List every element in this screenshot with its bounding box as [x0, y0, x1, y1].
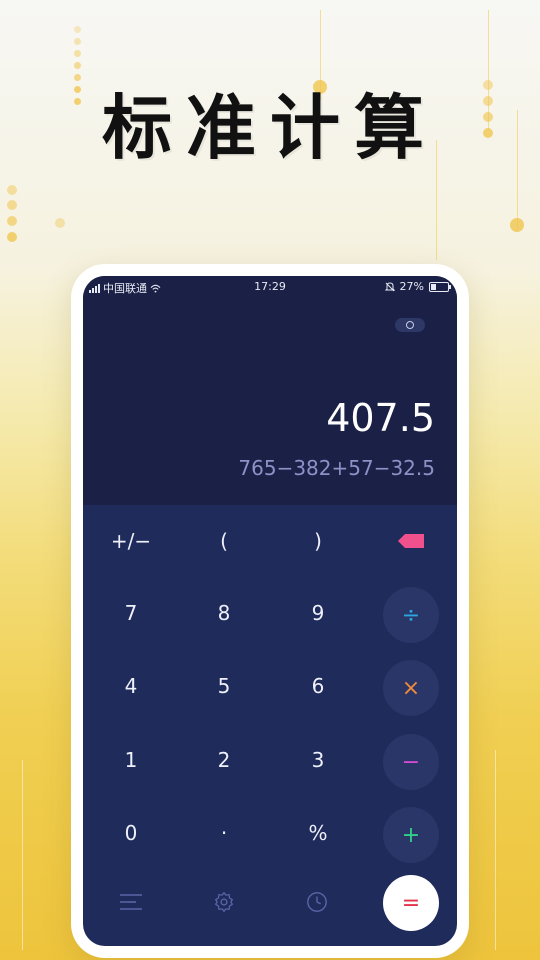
- alarm-bell-icon: [384, 281, 395, 291]
- close-paren-key[interactable]: ): [278, 511, 358, 571]
- clock-icon: [307, 892, 327, 912]
- plus-button[interactable]: +: [383, 807, 439, 863]
- phone-frame: 中国联通 17:29 27% 407.5 765−382+57−32.5 +/−…: [71, 264, 469, 958]
- key-5[interactable]: 5: [184, 656, 264, 716]
- menu-icon: [120, 894, 142, 910]
- battery-percent: 27%: [399, 280, 424, 293]
- key-1[interactable]: 1: [91, 730, 171, 790]
- keypad: +/− ( ) 7 8 9 ÷ 4 5 6 × 1 2 3 − 0 · % + …: [83, 505, 457, 946]
- multiply-button[interactable]: ×: [383, 660, 439, 716]
- calculator-screen: 中国联通 17:29 27% 407.5 765−382+57−32.5 +/−…: [83, 276, 457, 946]
- page-headline: 标准计算: [102, 87, 438, 169]
- key-3[interactable]: 3: [278, 730, 358, 790]
- result-display: 407.5: [326, 396, 435, 440]
- decimal-key[interactable]: ·: [184, 803, 264, 863]
- key-8[interactable]: 8: [184, 583, 264, 643]
- battery-icon: [429, 281, 451, 292]
- status-bar: 中国联通 17:29 27%: [83, 276, 457, 298]
- display-panel: 中国联通 17:29 27% 407.5 765−382+57−32.5: [83, 276, 457, 505]
- key-6[interactable]: 6: [278, 656, 358, 716]
- percent-key[interactable]: %: [278, 803, 358, 863]
- key-4[interactable]: 4: [91, 656, 171, 716]
- gear-icon: [214, 891, 234, 913]
- equals-button[interactable]: =: [383, 875, 439, 931]
- open-paren-key[interactable]: (: [184, 511, 264, 571]
- key-2[interactable]: 2: [184, 730, 264, 790]
- key-7[interactable]: 7: [91, 583, 171, 643]
- mode-toggle-icon[interactable]: [395, 318, 425, 332]
- key-9[interactable]: 9: [278, 583, 358, 643]
- menu-button[interactable]: [111, 882, 151, 922]
- expression-display: 765−382+57−32.5: [238, 456, 435, 480]
- history-button[interactable]: [297, 882, 337, 922]
- backspace-button[interactable]: [371, 511, 451, 571]
- minus-button[interactable]: −: [383, 734, 439, 790]
- settings-button[interactable]: [204, 882, 244, 922]
- backspace-icon: [398, 534, 424, 548]
- sign-toggle-key[interactable]: +/−: [91, 511, 171, 571]
- key-0[interactable]: 0: [91, 803, 171, 863]
- divide-button[interactable]: ÷: [383, 587, 439, 643]
